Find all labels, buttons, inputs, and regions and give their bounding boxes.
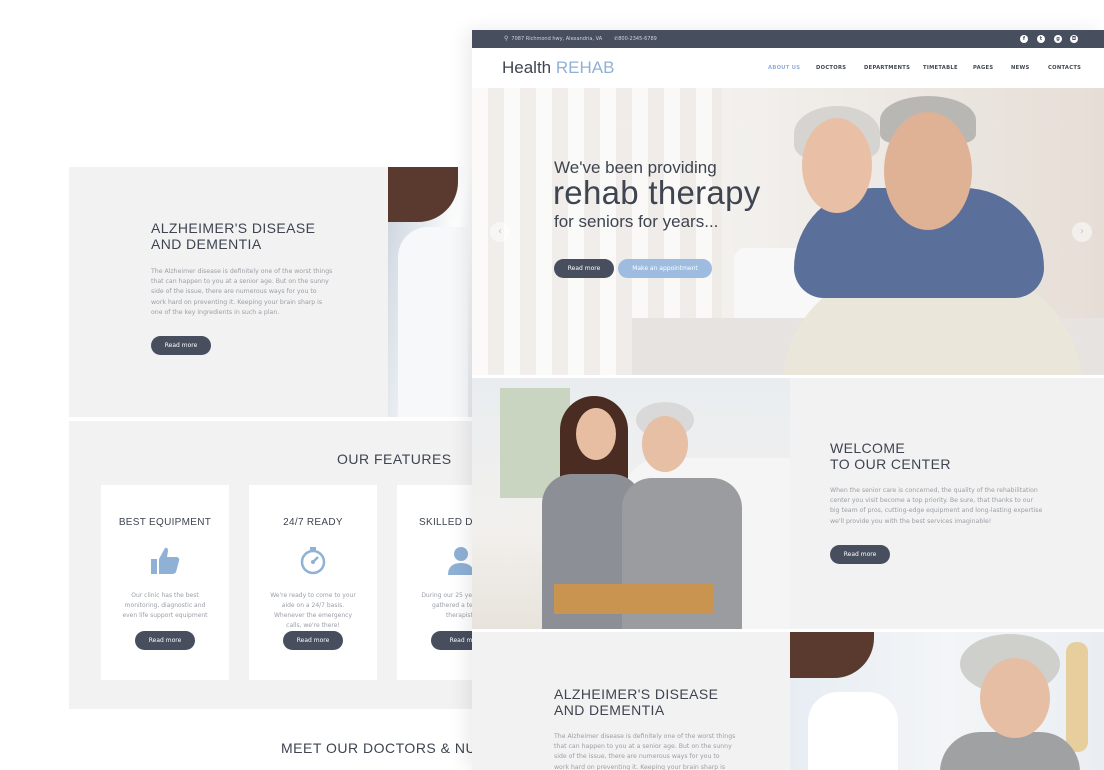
feature-card-equipment: BEST EQUIPMENT Our clinic has the best m… <box>101 485 229 680</box>
features-section: OUR FEATURES BEST EQUIPMENT Our clinic h… <box>69 421 525 709</box>
hero-line-2: rehab therapy <box>553 174 761 211</box>
alzheimers-section: ALZHEIMER'S DISEASE AND DEMENTIA The Alz… <box>69 167 489 417</box>
top-bar: ⚲ 7087 Richmond hwy, Alexandria, VA ✆800-… <box>472 30 1104 48</box>
welcome-section: WELCOME TO OUR CENTER When the senior ca… <box>472 378 1104 629</box>
address: ⚲ 7087 Richmond hwy, Alexandria, VA <box>504 30 602 48</box>
hero-line-3: for seniors for years... <box>554 212 719 231</box>
welcome-text: When the senior care is concerned, the q… <box>830 487 1043 525</box>
logo[interactable]: Health REHAB <box>502 58 614 78</box>
timer-icon <box>300 547 326 575</box>
nav-departments[interactable]: DEPARTMENTS <box>864 65 910 71</box>
alzheimers-text: The Alzheimer disease is definitely one … <box>554 733 736 770</box>
thumbs-up-icon <box>151 547 180 574</box>
read-more-button[interactable]: Read more <box>135 631 195 650</box>
nav-about-us[interactable]: ABOUT US <box>768 65 800 71</box>
alzheimers-section: ALZHEIMER'S DISEASE AND DEMENTIA The Alz… <box>472 632 1104 770</box>
instagram-icon[interactable]: ◘ <box>1070 35 1078 43</box>
nav-timetable[interactable]: TIMETABLE <box>923 65 958 71</box>
feature-text: Our clinic has the best monitoring, diag… <box>122 592 208 619</box>
feature-card-ready: 24/7 READY We're ready to come to your a… <box>249 485 377 680</box>
nav-contacts[interactable]: CONTACTS <box>1048 65 1081 71</box>
doctor-patient-photo <box>790 632 1104 770</box>
feature-title: 24/7 READY <box>283 517 343 528</box>
location-pin-icon: ⚲ <box>504 35 509 42</box>
hero-slider: ‹ › We've been providing rehab therapy f… <box>472 88 1104 375</box>
read-more-button[interactable]: Read more <box>830 545 890 564</box>
feature-title: BEST EQUIPMENT <box>118 517 212 528</box>
alzheimers-text: The Alzheimer disease is definitely one … <box>151 268 333 316</box>
welcome-heading: WELCOME TO OUR CENTER <box>830 440 951 472</box>
doctors-heading: MEET OUR DOCTORS & NURS <box>281 740 497 756</box>
alzheimers-heading: ALZHEIMER'S DISEASE AND DEMENTIA <box>554 686 719 718</box>
caregiver-photo <box>472 378 790 629</box>
facebook-icon[interactable]: f <box>1020 35 1028 43</box>
read-more-button[interactable]: Read more <box>283 631 343 650</box>
template-preview-composite: ALZHEIMER'S DISEASE AND DEMENTIA The Alz… <box>0 0 1104 770</box>
make-appointment-button[interactable]: Make an appointment <box>618 259 712 278</box>
nav-pages[interactable]: PAGES <box>973 65 993 71</box>
twitter-icon[interactable]: t <box>1037 35 1045 43</box>
feature-text: We're ready to come to your aide on a 24… <box>270 592 356 629</box>
nav-doctors[interactable]: DOCTORS <box>816 65 846 71</box>
hero-read-more-button[interactable]: Read more <box>554 259 614 278</box>
slider-prev-arrow[interactable]: ‹ <box>490 222 510 242</box>
read-more-button[interactable]: Read more <box>151 336 211 355</box>
front-page-preview: ⚲ 7087 Richmond hwy, Alexandria, VA ✆800-… <box>472 30 1104 770</box>
nav-news[interactable]: NEWS <box>1011 65 1030 71</box>
alzheimers-heading: ALZHEIMER'S DISEASE AND DEMENTIA <box>151 220 316 252</box>
slider-next-arrow[interactable]: › <box>1072 222 1092 242</box>
back-page-preview: ALZHEIMER'S DISEASE AND DEMENTIA The Alz… <box>69 167 525 770</box>
features-heading: OUR FEATURES <box>337 451 452 467</box>
phone-number[interactable]: ✆800-2345-6789 <box>614 30 657 48</box>
site-header: Health REHAB ABOUT US DOCTORS DEPARTMENT… <box>472 48 1104 88</box>
google-plus-icon[interactable]: g <box>1054 35 1062 43</box>
